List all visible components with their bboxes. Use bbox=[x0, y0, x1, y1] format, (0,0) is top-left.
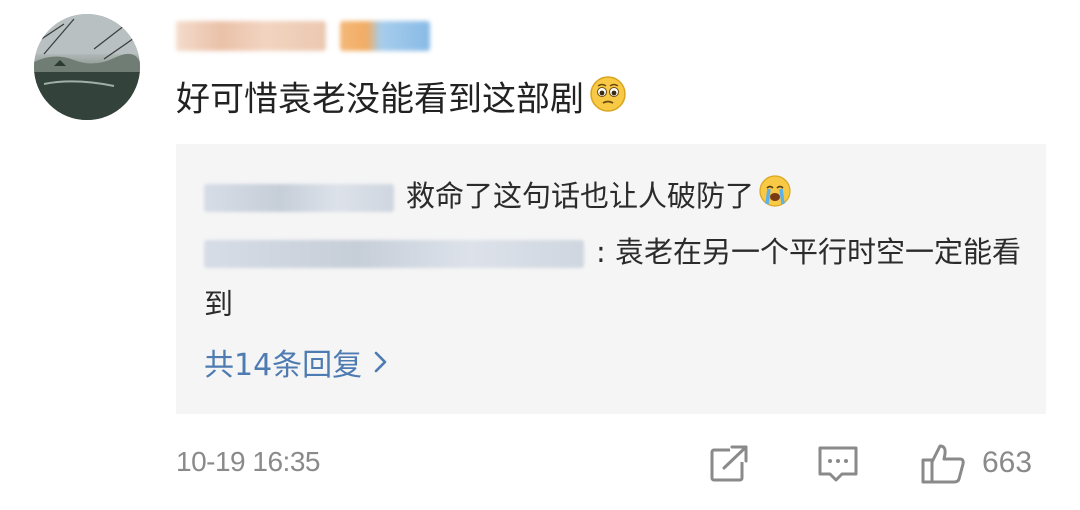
comment-footer: 10-19 16:35 663 bbox=[0, 440, 1080, 490]
sad-face-icon bbox=[588, 74, 628, 128]
reply-item: : 袁老在另一个平行时空一定能看到 bbox=[204, 226, 1024, 330]
username-redacted bbox=[176, 21, 326, 51]
comment-timestamp: 10-19 16:35 bbox=[176, 446, 320, 477]
reply-item: 救命了这句话也让人破防了 bbox=[204, 170, 1024, 224]
avatar[interactable] bbox=[34, 14, 140, 120]
avatar-landscape-image bbox=[34, 14, 140, 120]
chevron-right-icon bbox=[374, 351, 387, 373]
user-badge-redacted bbox=[340, 21, 430, 51]
comment-text-row: 好可惜袁老没能看到这部剧 bbox=[176, 74, 628, 128]
share-icon[interactable] bbox=[708, 442, 752, 490]
view-more-replies-link[interactable]: 共14条回复 bbox=[204, 340, 390, 384]
like-count[interactable]: 663 bbox=[982, 446, 1032, 480]
comment-icon[interactable] bbox=[816, 442, 860, 490]
replies-panel: 救命了这句话也让人破防了 : 袁老在另一个平行时空一定能看到 共14条回复 bbox=[176, 144, 1046, 414]
reply-text: 救命了这句话也让人破防了 bbox=[406, 179, 755, 213]
username-blurred[interactable] bbox=[176, 18, 438, 54]
crying-face-icon bbox=[758, 172, 792, 224]
comment-text: 好可惜袁老没能看到这部剧 bbox=[176, 79, 584, 120]
thumbs-up-icon[interactable] bbox=[920, 442, 968, 490]
more-replies-label: 共14条回复 bbox=[204, 348, 363, 383]
reply-author-redacted[interactable] bbox=[204, 184, 394, 212]
reply-author-redacted[interactable] bbox=[204, 240, 584, 268]
